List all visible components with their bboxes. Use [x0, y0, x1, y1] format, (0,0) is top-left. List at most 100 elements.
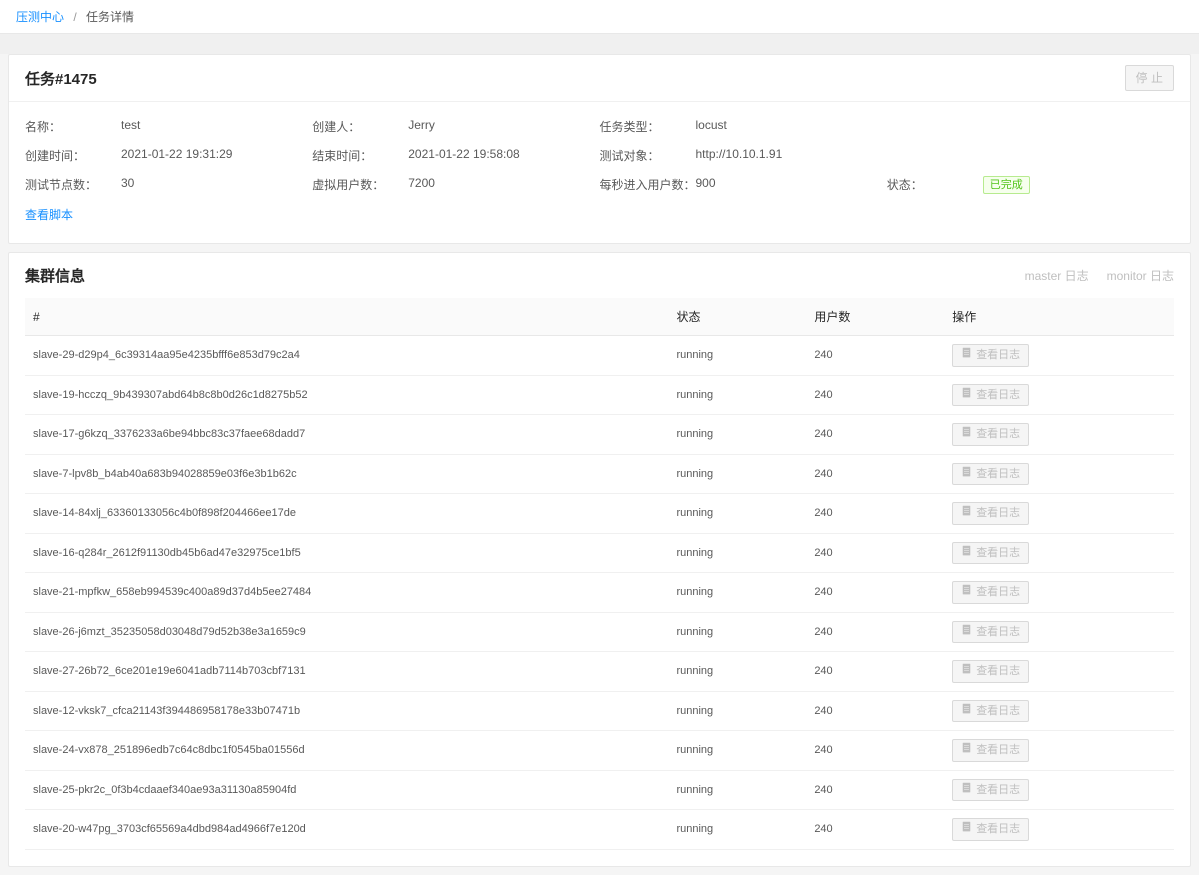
cell-op: 查看日志: [944, 454, 1174, 494]
label-nodes: 测试节点数：: [25, 176, 121, 194]
cell-op: 查看日志: [944, 533, 1174, 573]
view-log-label: 查看日志: [976, 821, 1020, 838]
view-log-label: 查看日志: [976, 624, 1020, 641]
col-header-state: 状态: [668, 298, 806, 336]
cell-users: 240: [806, 810, 944, 850]
cell-op: 查看日志: [944, 770, 1174, 810]
cell-slave-id: slave-21-mpfkw_658eb994539c400a89d37d4b5…: [25, 573, 668, 613]
cell-users: 240: [806, 494, 944, 534]
table-row: slave-12-vksk7_cfca21143f394486958178e33…: [25, 691, 1174, 731]
value-creator: Jerry: [408, 118, 435, 135]
view-log-button[interactable]: 查看日志: [952, 502, 1029, 525]
view-log-label: 查看日志: [976, 387, 1020, 404]
cluster-title: 集群信息: [25, 265, 85, 286]
task-card: 任务#1475 停 止 名称：test 创建人：Jerry 任务类型：locus…: [8, 54, 1191, 244]
value-spawn: 900: [696, 176, 716, 194]
cell-users: 240: [806, 612, 944, 652]
view-log-button[interactable]: 查看日志: [952, 344, 1029, 367]
table-row: slave-25-pkr2c_0f3b4cdaaef340ae93a31130a…: [25, 770, 1174, 810]
cell-op: 查看日志: [944, 731, 1174, 771]
breadcrumb-current: 任务详情: [86, 10, 134, 24]
view-log-label: 查看日志: [976, 663, 1020, 680]
cell-users: 240: [806, 375, 944, 415]
cell-op: 查看日志: [944, 415, 1174, 455]
cell-slave-id: slave-16-q284r_2612f91130db45b6ad47e3297…: [25, 533, 668, 573]
file-icon: [961, 347, 972, 364]
table-row: slave-19-hcczq_9b439307abd64b8c8b0d26c1d…: [25, 375, 1174, 415]
label-end-time: 结束时间：: [312, 147, 408, 164]
label-target: 测试对象：: [600, 147, 696, 164]
table-row: slave-27-26b72_6ce201e19e6041adb7114b703…: [25, 652, 1174, 692]
cell-state: running: [668, 810, 806, 850]
cell-state: running: [668, 691, 806, 731]
cell-slave-id: slave-29-d29p4_6c39314aa95e4235bfff6e853…: [25, 336, 668, 376]
view-log-button[interactable]: 查看日志: [952, 779, 1029, 802]
view-log-button[interactable]: 查看日志: [952, 621, 1029, 644]
label-type: 任务类型：: [600, 118, 696, 135]
value-target: http://10.10.1.91: [696, 147, 783, 164]
cell-state: running: [668, 494, 806, 534]
col-header-op: 操作: [944, 298, 1174, 336]
value-name: test: [121, 118, 140, 135]
cluster-header: 集群信息 master 日志 monitor 日志: [9, 253, 1190, 298]
cell-slave-id: slave-17-g6kzq_3376233a6be94bbc83c37faee…: [25, 415, 668, 455]
view-log-button[interactable]: 查看日志: [952, 660, 1029, 683]
view-log-button[interactable]: 查看日志: [952, 581, 1029, 604]
cell-slave-id: slave-24-vx878_251896edb7c64c8dbc1f0545b…: [25, 731, 668, 771]
cluster-table-wrap: # 状态 用户数 操作 slave-29-d29p4_6c39314aa95e4…: [9, 298, 1190, 866]
view-log-label: 查看日志: [976, 347, 1020, 364]
stop-button[interactable]: 停 止: [1125, 65, 1174, 91]
cell-slave-id: slave-14-84xlj_63360133056c4b0f898f20446…: [25, 494, 668, 534]
monitor-log-link[interactable]: monitor 日志: [1107, 267, 1174, 284]
view-log-button[interactable]: 查看日志: [952, 700, 1029, 723]
cell-state: running: [668, 415, 806, 455]
value-vusers: 7200: [408, 176, 435, 194]
master-log-link[interactable]: master 日志: [1025, 267, 1089, 284]
cell-slave-id: slave-19-hcczq_9b439307abd64b8c8b0d26c1d…: [25, 375, 668, 415]
view-log-button[interactable]: 查看日志: [952, 542, 1029, 565]
file-icon: [961, 426, 972, 443]
value-type: locust: [696, 118, 727, 135]
cell-slave-id: slave-12-vksk7_cfca21143f394486958178e33…: [25, 691, 668, 731]
cell-state: running: [668, 652, 806, 692]
cell-slave-id: slave-7-lpv8b_b4ab40a683b94028859e03f6e3…: [25, 454, 668, 494]
view-log-button[interactable]: 查看日志: [952, 384, 1029, 407]
value-nodes: 30: [121, 176, 134, 194]
view-log-button[interactable]: 查看日志: [952, 423, 1029, 446]
view-log-button[interactable]: 查看日志: [952, 818, 1029, 841]
view-log-label: 查看日志: [976, 584, 1020, 601]
view-script-link[interactable]: 查看脚本: [25, 206, 73, 223]
view-log-label: 查看日志: [976, 742, 1020, 759]
cell-state: running: [668, 454, 806, 494]
cell-users: 240: [806, 573, 944, 613]
cell-op: 查看日志: [944, 336, 1174, 376]
label-spawn: 每秒进入用户数：: [600, 176, 696, 194]
view-log-button[interactable]: 查看日志: [952, 739, 1029, 762]
cell-state: running: [668, 336, 806, 376]
col-header-id: #: [25, 298, 668, 336]
cell-op: 查看日志: [944, 573, 1174, 613]
task-card-header: 任务#1475 停 止: [9, 55, 1190, 102]
breadcrumb-separator: /: [73, 10, 76, 24]
breadcrumb: 压测中心 / 任务详情: [0, 0, 1199, 34]
label-creator: 创建人：: [312, 118, 408, 135]
cluster-actions: master 日志 monitor 日志: [1025, 267, 1174, 284]
view-log-label: 查看日志: [976, 466, 1020, 483]
file-icon: [961, 624, 972, 641]
file-icon: [961, 742, 972, 759]
file-icon: [961, 545, 972, 562]
breadcrumb-root-link[interactable]: 压测中心: [16, 10, 64, 24]
file-icon: [961, 505, 972, 522]
file-icon: [961, 584, 972, 601]
cell-state: running: [668, 375, 806, 415]
cell-users: 240: [806, 652, 944, 692]
label-status: 状态：: [887, 176, 983, 194]
cell-users: 240: [806, 731, 944, 771]
view-log-label: 查看日志: [976, 505, 1020, 522]
value-end-time: 2021-01-22 19:58:08: [408, 147, 519, 164]
table-row: slave-24-vx878_251896edb7c64c8dbc1f0545b…: [25, 731, 1174, 771]
cell-users: 240: [806, 415, 944, 455]
view-log-button[interactable]: 查看日志: [952, 463, 1029, 486]
view-log-label: 查看日志: [976, 426, 1020, 443]
task-title: 任务#1475: [25, 68, 97, 89]
